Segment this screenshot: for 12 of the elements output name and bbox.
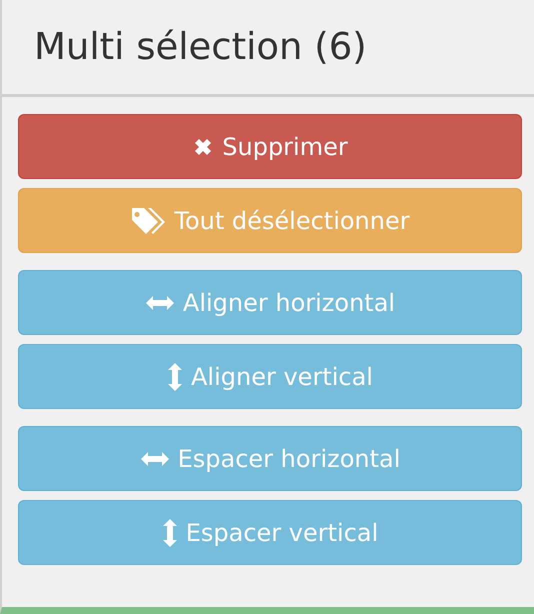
horizontal-arrow-icon [140,450,170,466]
vertical-arrow-icon [167,362,184,392]
action-button[interactable]: Supprimer [18,114,522,179]
action-button[interactable]: Espacer vertical [18,500,522,565]
action-button[interactable]: Tout désélectionner [18,188,522,253]
panel-title: Multi sélection (6) [33,24,368,70]
action-button[interactable]: Espacer horizontal [18,426,522,491]
action-button[interactable]: Aligner vertical [18,344,522,409]
tags-icon [130,206,166,236]
vertical-arrow-icon [162,518,178,548]
horizontal-arrow-icon [144,294,175,310]
action-button[interactable]: Aligner horizontal [18,270,522,335]
